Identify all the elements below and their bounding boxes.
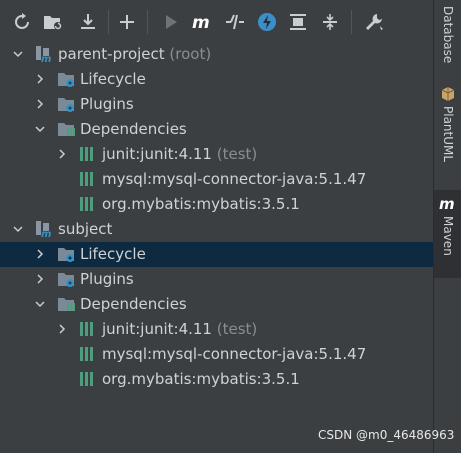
tree-node-dependency[interactable]: junit:junit:4.11 (test) [0, 317, 433, 342]
download-icon[interactable] [77, 11, 99, 33]
skip-tests-icon[interactable] [256, 11, 278, 33]
execute-maven-goal-icon[interactable]: m [191, 11, 213, 33]
svg-text:m: m [192, 13, 210, 31]
tree-node-label: Dependencies [80, 120, 187, 138]
tree-node-label: parent-project (root) [58, 45, 212, 63]
tree-node-dependency[interactable]: org.mybatis:mybatis:3.5.1 [0, 367, 433, 392]
dependency-icon [80, 372, 93, 386]
tree-node-dependencies[interactable]: Dependencies [0, 292, 433, 317]
tree-node-dependency[interactable]: mysql:mysql-connector-java:5.1.47 [0, 342, 433, 367]
tree-node-subject[interactable]: m subject [0, 217, 433, 242]
watermark-text: CSDN @m0_46486963 [318, 428, 455, 442]
tree-node-label: mysql:mysql-connector-java:5.1.47 [102, 170, 367, 188]
svg-text:m: m [41, 54, 51, 63]
tree-node-plugins[interactable]: Plugins [0, 267, 433, 292]
chevron-right-icon[interactable] [56, 323, 68, 335]
tree-node-label: mysql:mysql-connector-java:5.1.47 [102, 345, 367, 363]
tree-node-label: Dependencies [80, 295, 187, 313]
tree-node-dependencies[interactable]: Dependencies [0, 117, 433, 142]
plugins-folder-icon [58, 273, 74, 287]
plantuml-icon [441, 87, 455, 101]
show-dependencies-icon[interactable] [287, 11, 309, 33]
chevron-down-icon[interactable] [12, 48, 24, 60]
maven-toolbar: m [0, 0, 433, 42]
tree-node-label: junit:junit:4.11 (test) [102, 145, 258, 163]
chevron-right-icon[interactable] [34, 248, 46, 260]
maven-project-icon: m [36, 221, 51, 238]
svg-text:m: m [439, 196, 455, 212]
collapse-all-icon[interactable] [319, 11, 341, 33]
dependency-icon [80, 197, 93, 211]
tree-node-lifecycle[interactable]: Lifecycle [0, 67, 433, 92]
dependency-icon [80, 147, 93, 161]
tab-database[interactable]: Database [434, 6, 461, 63]
chevron-right-icon[interactable] [34, 273, 46, 285]
lifecycle-folder-icon [58, 248, 74, 262]
tree-node-label: Plugins [80, 95, 134, 113]
tree-node-label: org.mybatis:mybatis:3.5.1 [102, 370, 300, 388]
tree-node-dependency[interactable]: junit:junit:4.11 (test) [0, 142, 433, 167]
toggle-offline-icon[interactable] [224, 11, 246, 33]
tree-node-label: junit:junit:4.11 (test) [102, 320, 258, 338]
tree-node-label: subject [58, 220, 113, 238]
tree-node-label: Lifecycle [80, 245, 146, 263]
run-icon[interactable] [160, 11, 182, 33]
tree-node-label: org.mybatis:mybatis:3.5.1 [102, 195, 300, 213]
settings-icon[interactable] [363, 11, 385, 33]
tree-node-lifecycle-selected[interactable]: Lifecycle [0, 242, 433, 267]
tab-maven[interactable]: m Maven [434, 190, 461, 278]
dependency-icon [80, 322, 93, 336]
right-tool-window-bar: Database PlantUML m Maven [433, 0, 461, 453]
chevron-right-icon[interactable] [34, 98, 46, 110]
tree-node-label: Plugins [80, 270, 134, 288]
chevron-right-icon[interactable] [34, 73, 46, 85]
reload-icon[interactable] [11, 11, 33, 33]
generate-sources-icon[interactable] [42, 11, 64, 33]
tree-node-label: Lifecycle [80, 70, 146, 88]
lifecycle-folder-icon [58, 73, 74, 87]
tab-label: Database [441, 6, 455, 64]
tree-node-dependency[interactable]: mysql:mysql-connector-java:5.1.47 [0, 167, 433, 192]
dependency-icon [80, 347, 93, 361]
add-icon[interactable] [116, 11, 138, 33]
chevron-down-icon[interactable] [34, 123, 46, 135]
dependencies-folder-icon [58, 123, 75, 136]
tree-node-plugins[interactable]: Plugins [0, 92, 433, 117]
maven-project-icon: m [36, 46, 51, 63]
tab-label: Maven [441, 216, 455, 256]
plugins-folder-icon [58, 98, 74, 112]
chevron-down-icon[interactable] [12, 223, 24, 235]
svg-text:m: m [41, 229, 51, 238]
maven-project-tree: m parent-project (root) Lifecycle Plugin… [0, 42, 433, 453]
tree-node-parent-project[interactable]: m parent-project (root) [0, 42, 433, 67]
tab-plantuml[interactable]: PlantUML [434, 86, 461, 162]
dependency-icon [80, 172, 93, 186]
chevron-right-icon[interactable] [56, 148, 68, 160]
dependencies-folder-icon [58, 298, 75, 311]
chevron-down-icon[interactable] [34, 298, 46, 310]
tab-label: PlantUML [441, 106, 455, 163]
tree-node-dependency[interactable]: org.mybatis:mybatis:3.5.1 [0, 192, 433, 217]
maven-icon: m [439, 196, 455, 212]
